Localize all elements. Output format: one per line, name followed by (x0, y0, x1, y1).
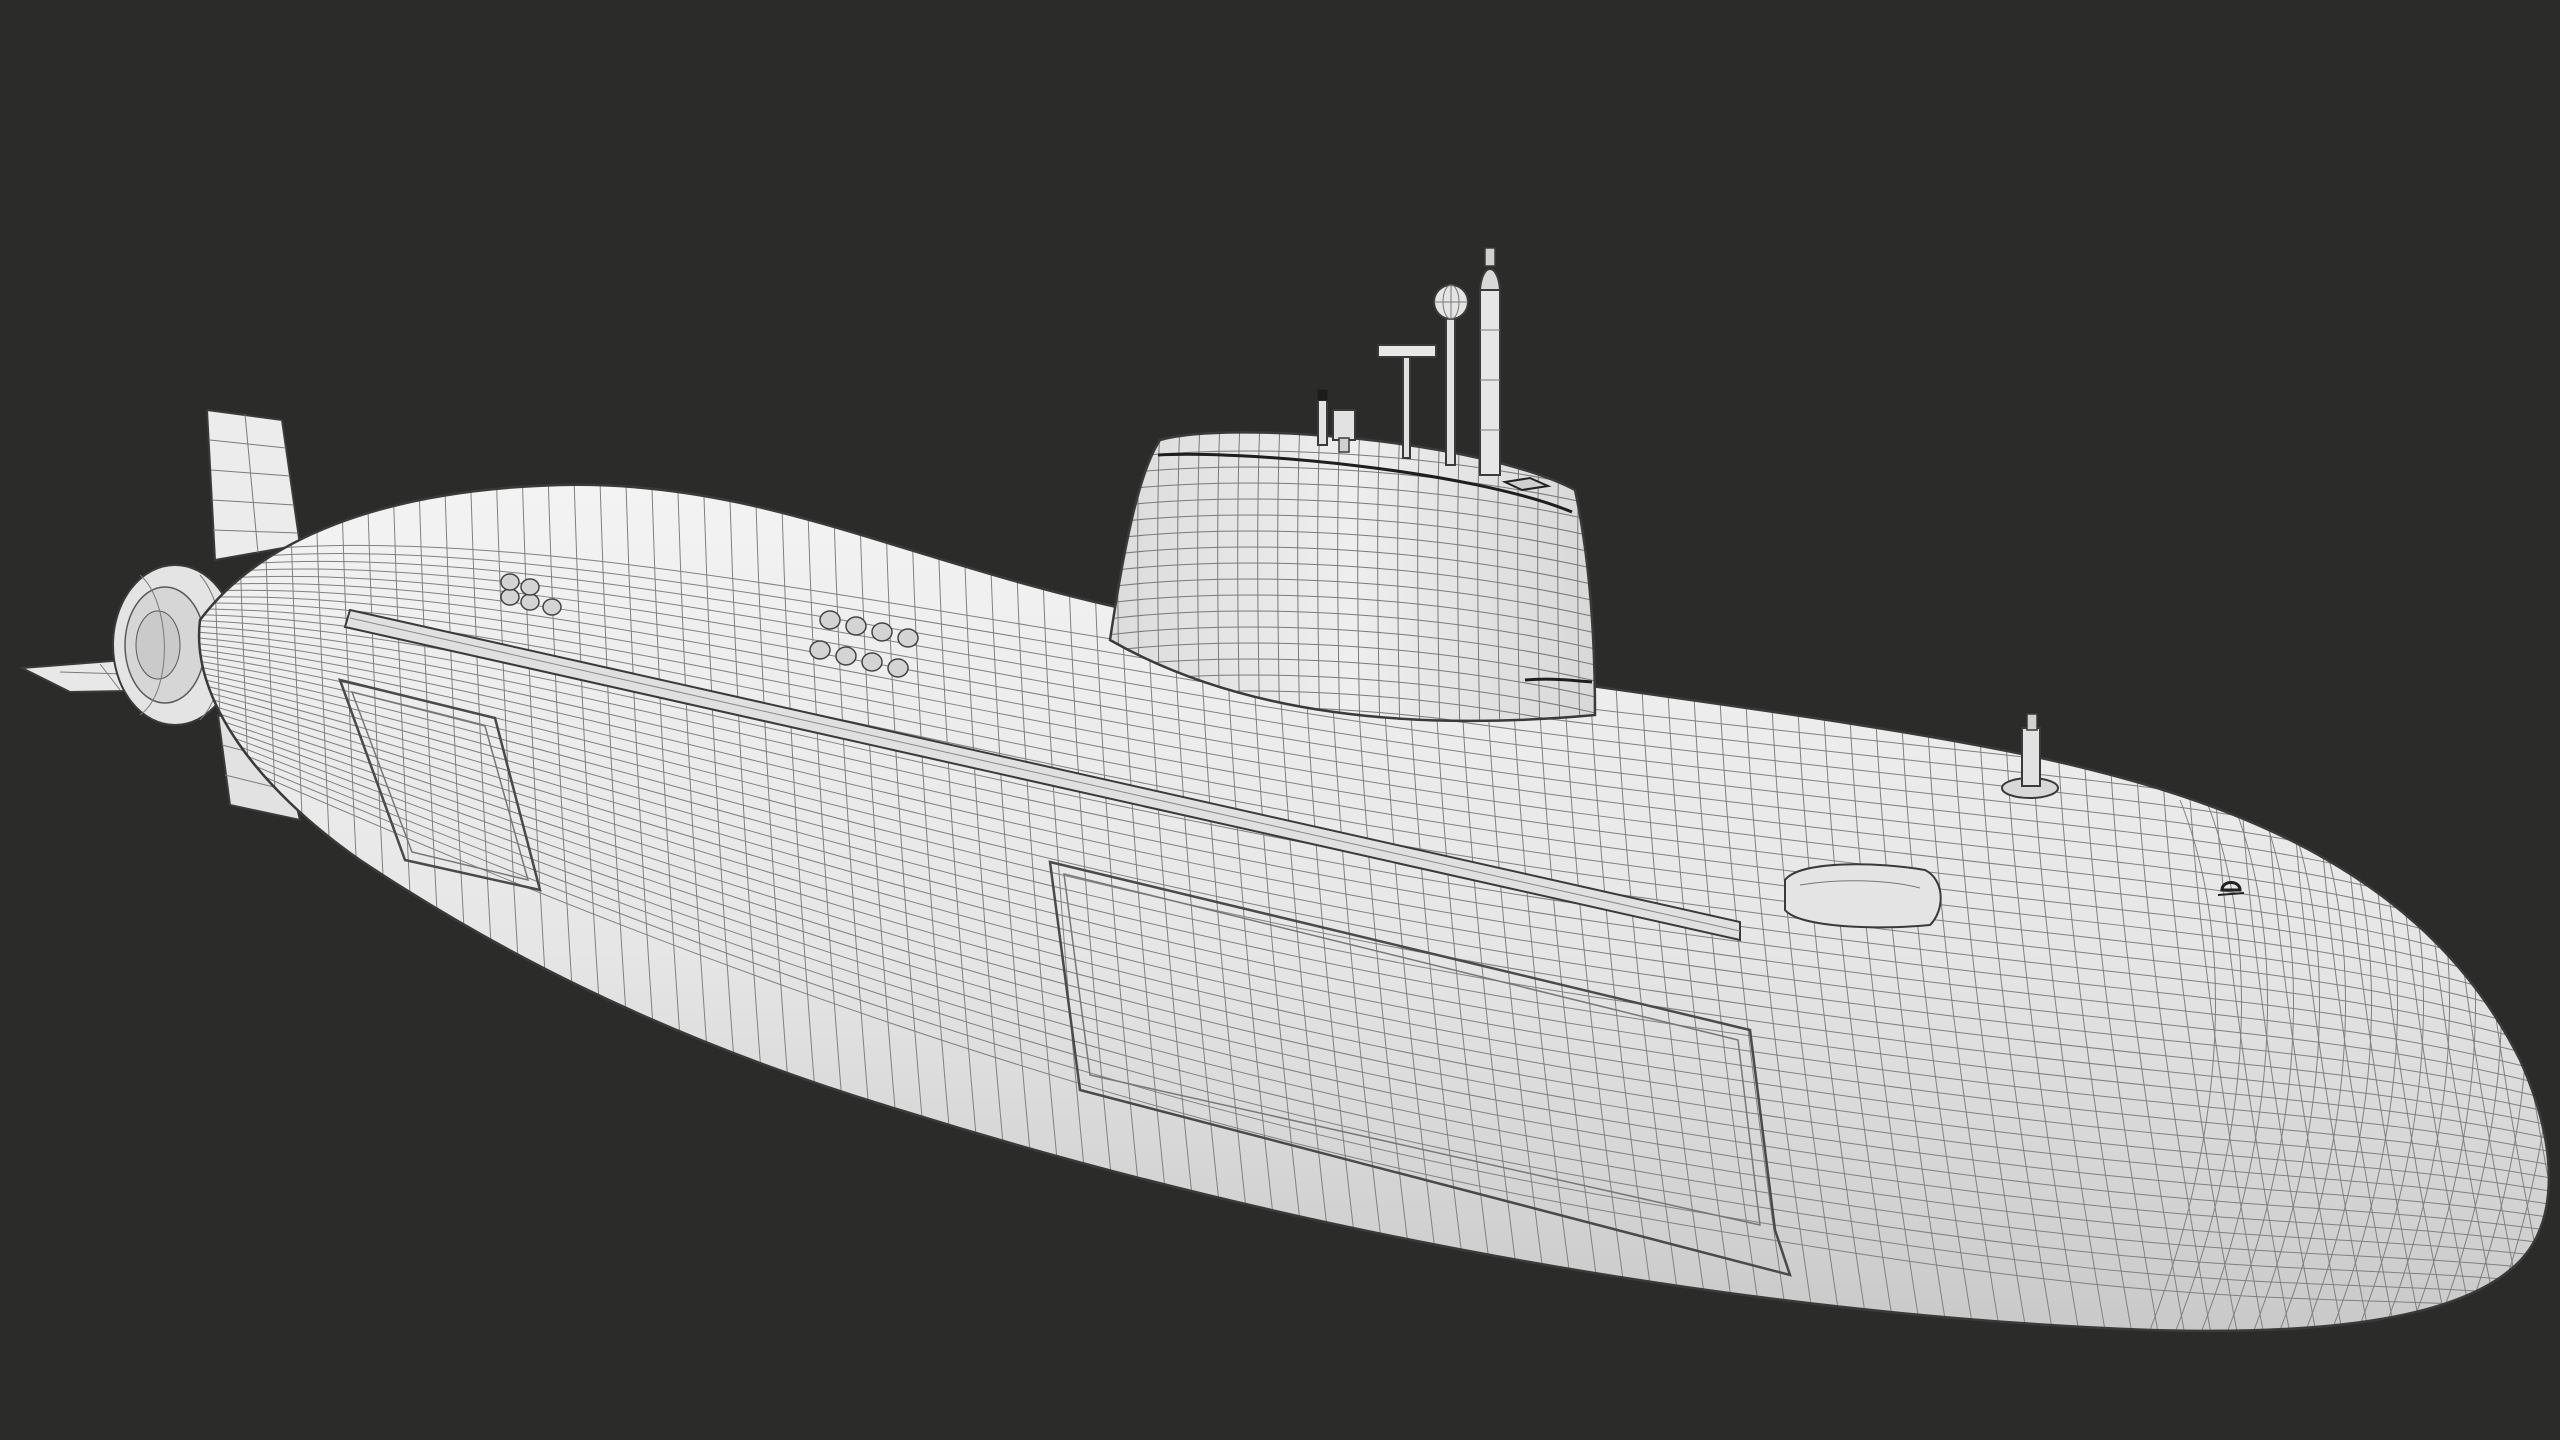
submarine-render (0, 0, 2560, 1440)
forward-hump-fairing (1784, 863, 1942, 929)
periscope-mast-tall (1478, 247, 1502, 476)
render-viewport (0, 0, 2560, 1440)
small-antenna-mast (1317, 389, 1328, 446)
